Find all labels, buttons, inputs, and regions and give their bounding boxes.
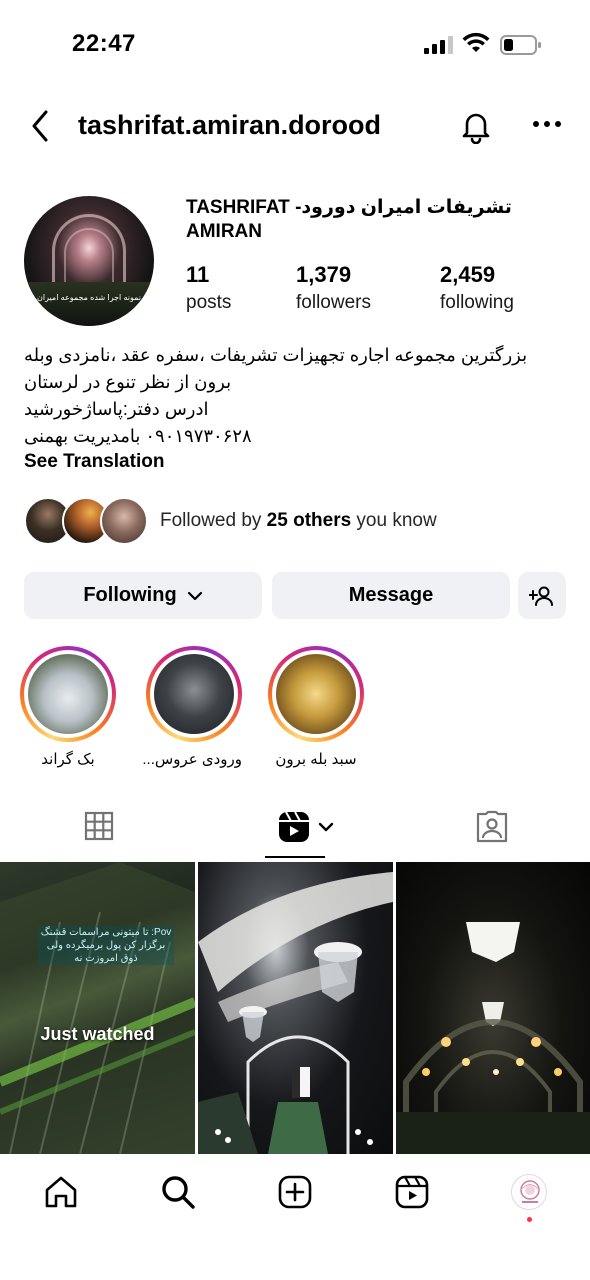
followed-by-prefix: Followed by: [160, 510, 267, 531]
highlight-ring: [146, 646, 242, 742]
mutual-avatar: [100, 497, 148, 545]
followed-by-suffix: you know: [351, 510, 437, 531]
stat-followers-value: 1,379: [296, 262, 352, 287]
stat-followers-label: followers: [296, 292, 371, 313]
stat-following-value: 2,459: [440, 262, 496, 287]
highlight-thumbnail: [154, 654, 234, 734]
profile-full-name: تشریفات امیران دورود- TASHRIFAT AMIRAN: [186, 197, 512, 242]
more-icon[interactable]: [532, 120, 562, 128]
bell-icon[interactable]: [458, 108, 494, 144]
reel-scene: [198, 872, 393, 1154]
highlight-item[interactable]: ورودی عروس...: [142, 646, 242, 768]
highlight-label: سبد بله برون: [275, 751, 357, 768]
stat-following[interactable]: 2,459 following: [440, 262, 514, 314]
highlight-item[interactable]: سبد بله برون: [268, 646, 364, 768]
add-person-icon: [529, 586, 553, 606]
see-translation-link[interactable]: See Translation: [24, 451, 164, 473]
followed-by-text[interactable]: Followed by 25 others you know: [160, 510, 437, 532]
search-icon[interactable]: [160, 1174, 196, 1210]
profile-header: tashrifat.amiran.dorood: [0, 96, 590, 160]
profile-avatar[interactable]: نمونه اجرا شده مجموعه امیران: [24, 196, 154, 326]
message-button[interactable]: Message: [272, 572, 510, 619]
stat-posts-value: 11: [186, 262, 210, 287]
bottom-navigation: [0, 1160, 590, 1280]
following-button[interactable]: Following: [24, 572, 262, 619]
bio-line: ۰۹۰۱۹۷۳۰۶۲۸ بامدیریت بهمنی: [24, 426, 252, 446]
header-username: tashrifat.amiran.dorood: [78, 110, 382, 140]
message-button-label: Message: [348, 584, 434, 606]
highlight-label: ورودی عروس...: [142, 751, 242, 768]
battery-icon: [500, 35, 541, 55]
status-time: 22:47: [72, 30, 136, 57]
home-icon[interactable]: [43, 1174, 79, 1210]
highlight-ring: [268, 646, 364, 742]
reels-grid: Pov: تا میتونی مراسمات قشنگ برگزار کن پو…: [0, 862, 590, 1154]
back-icon[interactable]: [28, 108, 54, 144]
status-bar: 22:47: [0, 0, 590, 88]
bio-line: برون از نظر تنوع در لرستان: [24, 372, 232, 392]
reel-thumbnail[interactable]: [396, 862, 590, 1154]
reel-thumbnail[interactable]: Pov: تا میتونی مراسمات قشنگ برگزار کن پو…: [0, 862, 195, 1154]
highlight-item[interactable]: بک گراند: [20, 646, 116, 768]
profile-logo: [520, 1180, 540, 1203]
stat-posts[interactable]: 11 posts: [186, 262, 231, 314]
reel-thumbnail[interactable]: [198, 862, 393, 1154]
chevron-down-icon: [187, 591, 202, 600]
followed-by-count: 25 others: [266, 510, 352, 531]
bio-line: بزرگترین مجموعه اجاره تجهیزات تشریفات ،س…: [24, 345, 528, 365]
highlight-ring: [20, 646, 116, 742]
wifi-icon: [462, 32, 490, 52]
notification-dot: [527, 1217, 532, 1222]
suggest-people-button[interactable]: [518, 572, 566, 619]
avatar-caption: نمونه اجرا شده مجموعه امیران: [37, 293, 141, 302]
reels-nav-icon[interactable]: [394, 1174, 430, 1210]
reel-scene: [0, 862, 195, 1154]
reels-icon[interactable]: [277, 810, 339, 844]
reel-scene: [396, 922, 590, 1154]
stat-posts-label: posts: [186, 292, 232, 313]
highlight-thumbnail: [28, 654, 108, 734]
following-button-label: Following: [83, 584, 177, 606]
highlight-label: بک گراند: [41, 751, 95, 768]
reel-caption: Pov: تا میتونی مراسمات قشنگ برگزار کن پو…: [38, 926, 174, 965]
just-watched-label: Just watched: [40, 1024, 155, 1044]
avatar-lawn: [24, 282, 154, 326]
tagged-icon[interactable]: [474, 810, 510, 844]
active-tab-indicator: [265, 856, 325, 858]
content-tabs: [0, 800, 590, 860]
stat-followers[interactable]: 1,379 followers: [296, 262, 371, 314]
grid-icon[interactable]: [84, 810, 114, 842]
stat-following-label: following: [440, 292, 514, 313]
create-icon[interactable]: [277, 1174, 313, 1210]
bio-line: ادرس دفتر:پاساژخورشید: [24, 399, 209, 419]
profile-nav-avatar[interactable]: [511, 1174, 547, 1210]
highlight-thumbnail: [276, 654, 356, 734]
signal-icon: [424, 36, 453, 54]
profile-bio: بزرگترین مجموعه اجاره تجهیزات تشریفات ،س…: [24, 342, 569, 450]
mutual-followers-avatars[interactable]: [24, 497, 154, 547]
